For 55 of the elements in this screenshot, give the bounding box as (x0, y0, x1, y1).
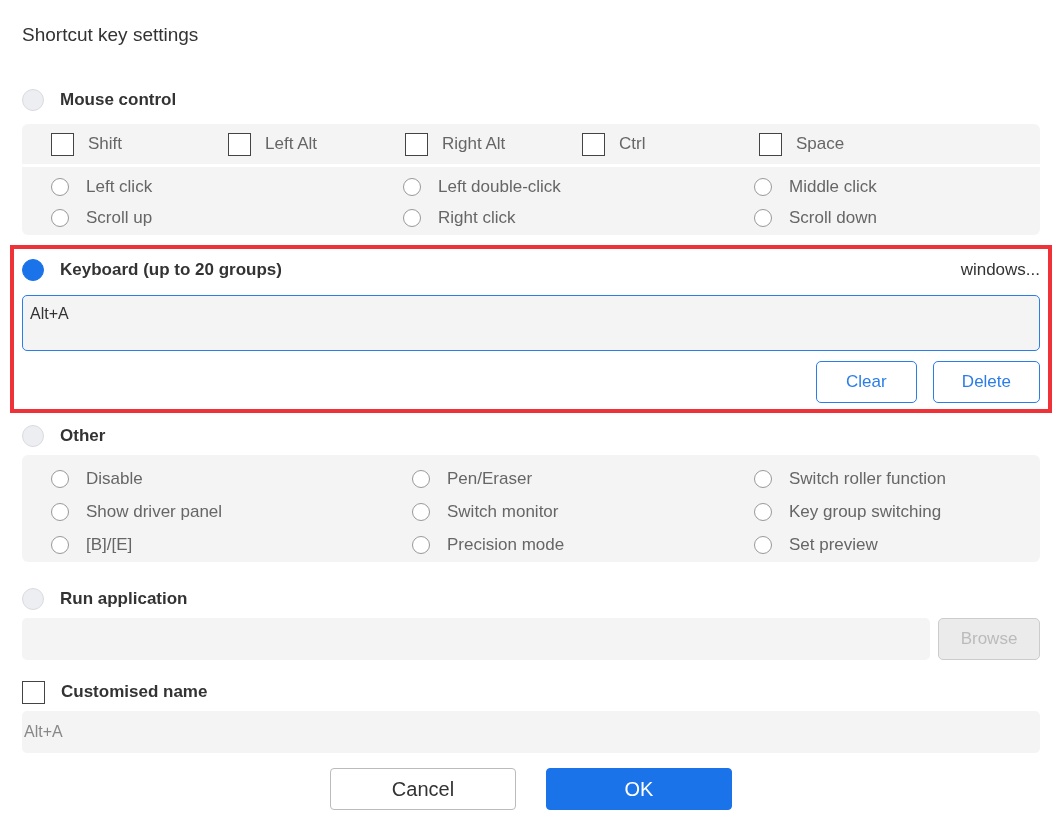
checkbox[interactable] (228, 132, 251, 156)
radio-button[interactable] (412, 503, 430, 521)
option-label: Pen/Eraser (447, 469, 533, 489)
radio-button[interactable] (51, 503, 69, 521)
option-label: Set preview (789, 535, 878, 555)
option-label: Precision mode (447, 535, 565, 555)
checkbox[interactable] (582, 132, 605, 156)
option-label: Right Alt (442, 134, 506, 154)
option-label: Keyboard (up to 20 groups) (60, 260, 282, 280)
radio-button[interactable] (51, 178, 69, 196)
option-label: Left click (86, 177, 153, 197)
option-label: Show driver panel (86, 502, 223, 522)
option-label: Switch roller function (789, 469, 946, 489)
cancel-button[interactable]: Cancel (330, 768, 516, 810)
radio-button[interactable] (22, 259, 44, 281)
option-label: Other (60, 426, 106, 446)
option-label: Switch monitor (447, 502, 559, 522)
option-label: Ctrl (619, 134, 646, 154)
action-button[interactable]: Clear (815, 361, 917, 403)
radio-button[interactable] (403, 209, 421, 227)
option-label: [B]/[E] (86, 535, 133, 555)
radio-button[interactable] (754, 470, 772, 488)
radio-button[interactable] (412, 470, 430, 488)
option-label: Scroll up (86, 208, 153, 228)
ok-button[interactable]: OK (546, 768, 732, 810)
radio-button[interactable] (51, 536, 69, 554)
option-label: Middle click (789, 177, 877, 197)
option-label: Mouse control (60, 90, 177, 110)
option-label: Disable (86, 469, 143, 489)
option-label: Shift (88, 134, 123, 154)
checkbox[interactable] (51, 132, 74, 156)
radio-button[interactable] (51, 470, 69, 488)
option-label: Left double-click (438, 177, 561, 197)
system-label: windows... (960, 260, 1040, 280)
action-button[interactable]: Delete (932, 361, 1040, 403)
checkbox[interactable] (22, 680, 45, 704)
radio-button[interactable] (754, 209, 772, 227)
option-label: Right click (438, 208, 516, 228)
radio-button[interactable] (51, 209, 69, 227)
name-field[interactable]: Alt+A (22, 711, 1040, 753)
checkbox[interactable] (759, 132, 782, 156)
radio-button[interactable] (412, 536, 430, 554)
shortcut-field[interactable]: Alt+A (22, 295, 1040, 351)
radio-button[interactable] (403, 178, 421, 196)
radio-button[interactable] (754, 178, 772, 196)
option-label: Run application (60, 589, 188, 609)
option-label: Customised name (61, 682, 208, 702)
option-label: Key group switching (789, 502, 942, 522)
radio-button[interactable] (754, 536, 772, 554)
option-label: Space (796, 134, 845, 154)
radio-button[interactable] (754, 503, 772, 521)
dialog-title: Shortcut key settings (22, 24, 199, 46)
option-label: Scroll down (789, 208, 877, 228)
option-label: Left Alt (265, 134, 317, 154)
checkbox[interactable] (405, 132, 428, 156)
